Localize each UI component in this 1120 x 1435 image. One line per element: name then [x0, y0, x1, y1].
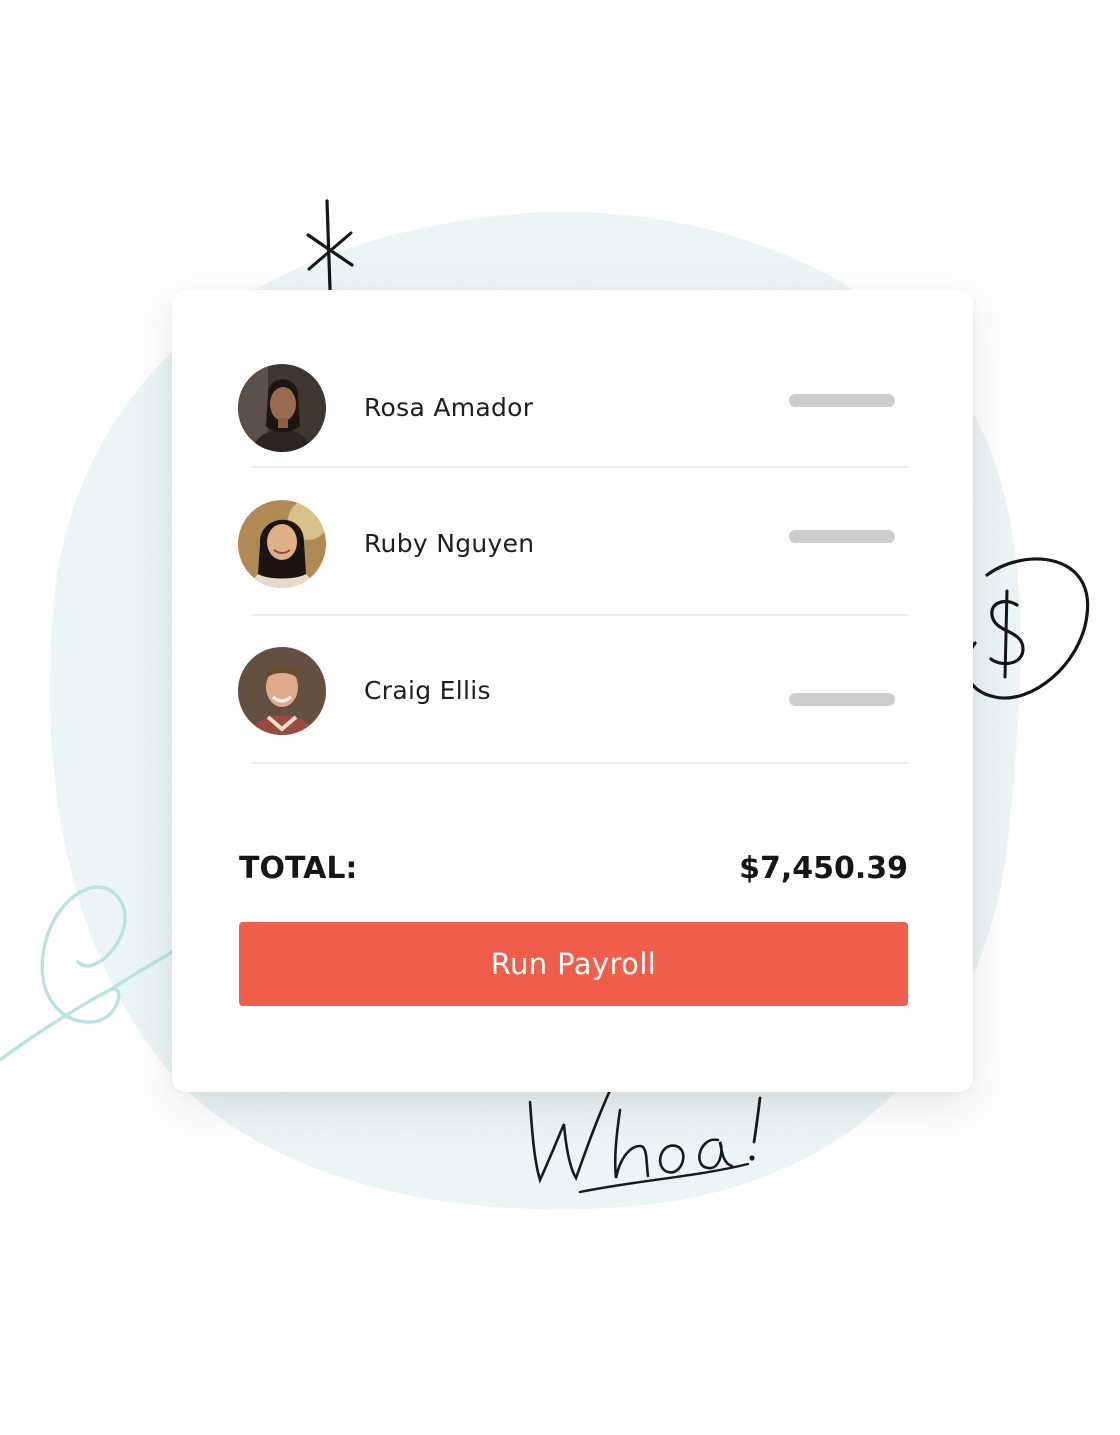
pay-amount-placeholder — [789, 693, 895, 706]
avatar — [238, 647, 326, 735]
total-label: TOTAL: — [239, 851, 358, 886]
pay-amount-placeholder — [789, 394, 895, 407]
employee-row[interactable]: Rosa Amador — [238, 364, 908, 452]
row-divider — [252, 614, 908, 616]
employee-name: Craig Ellis — [364, 676, 491, 705]
payroll-card: Rosa Amador Ruby Nguyen Craig Ellis TOTA… — [172, 290, 973, 1092]
loop-squiggle-doodle-icon — [0, 885, 177, 1062]
employee-name: Ruby Nguyen — [364, 529, 535, 558]
row-divider — [252, 466, 908, 468]
total-amount: $7,450.39 — [739, 851, 908, 886]
run-payroll-button[interactable]: Run Payroll — [239, 922, 908, 1006]
employee-row[interactable]: Ruby Nguyen — [238, 500, 908, 588]
asterisk-doodle-icon — [306, 199, 354, 291]
avatar — [238, 364, 326, 452]
row-divider — [252, 762, 908, 764]
avatar — [238, 500, 326, 588]
employee-name: Rosa Amador — [364, 393, 534, 422]
whoa-handwritten-note — [528, 1084, 762, 1194]
employee-row[interactable]: Craig Ellis — [238, 647, 908, 735]
pay-amount-placeholder — [789, 530, 895, 543]
